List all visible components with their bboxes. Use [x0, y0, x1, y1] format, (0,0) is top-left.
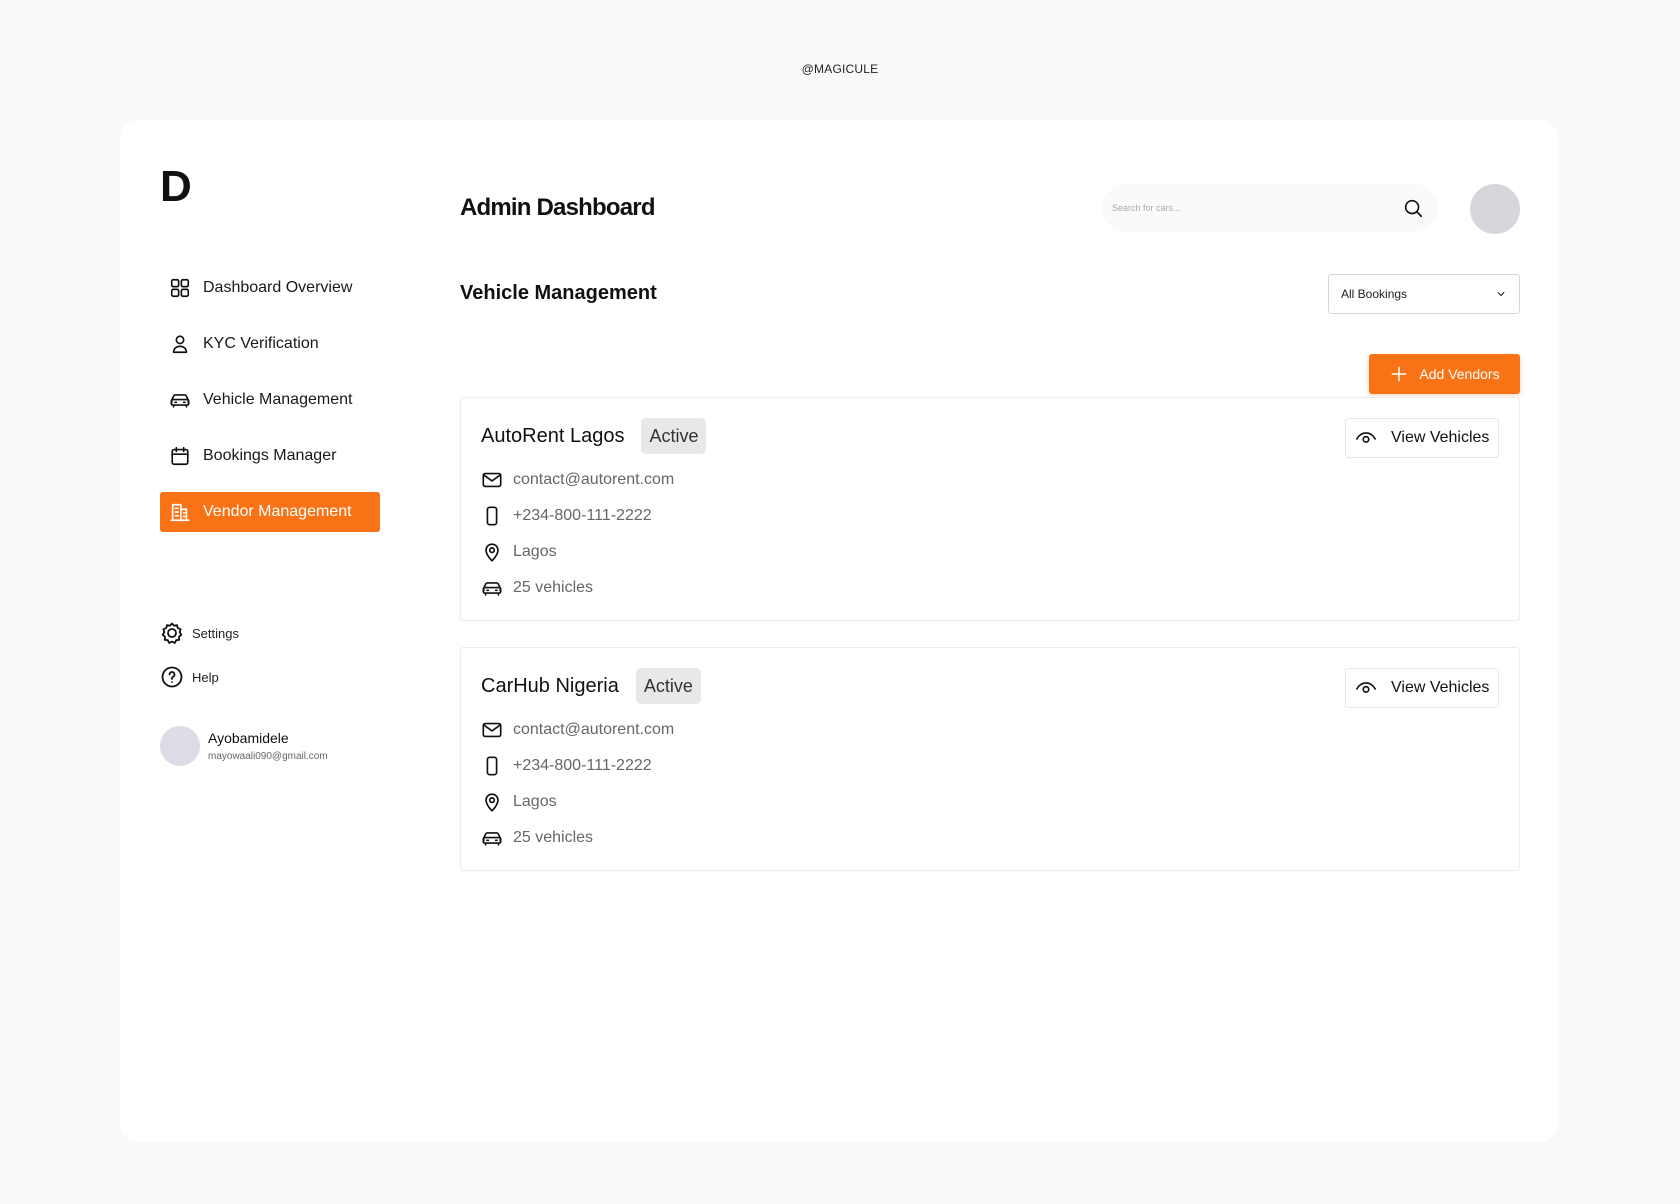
- vendor-location-row: Lagos: [481, 540, 674, 564]
- vendor-card: AutoRent Lagos Active View Vehicles cont…: [460, 397, 1520, 621]
- vendor-vehicle-count: 25 vehicles: [513, 579, 594, 596]
- profile-email: mayowaali090@gmail.com: [208, 751, 328, 762]
- view-vehicles-button[interactable]: View Vehicles: [1345, 418, 1499, 458]
- gear-icon: [161, 622, 183, 644]
- vendor-phone: +234-800-111-2222: [513, 757, 652, 774]
- vendor-email: contact@autorent.com: [513, 471, 675, 488]
- calendar-icon: [171, 446, 189, 466]
- vendor-vehicles-row: 25 vehicles: [481, 826, 674, 850]
- sidebar-item-label: Vendor Management: [203, 503, 352, 520]
- sidebar-item-kyc-verification[interactable]: KYC Verification: [160, 324, 380, 364]
- search-input[interactable]: [1112, 203, 1402, 213]
- vendor-phone: +234-800-111-2222: [513, 507, 652, 524]
- building-icon: [170, 503, 190, 522]
- car-icon: [482, 832, 502, 846]
- bookings-filter-select[interactable]: All Bookings: [1328, 274, 1520, 314]
- logo: D: [160, 162, 192, 211]
- vendor-email-row: contact@autorent.com: [481, 718, 674, 742]
- sidebar-item-label: Vehicle Management: [203, 391, 353, 408]
- avatar: [160, 726, 200, 766]
- phone-icon: [486, 506, 498, 526]
- settings-link[interactable]: Settings: [160, 620, 239, 646]
- watermark: @MAGICULE: [801, 62, 879, 76]
- user-icon: [172, 335, 188, 354]
- car-icon: [482, 582, 502, 596]
- help-label: Help: [192, 669, 219, 685]
- help-circle-icon: [161, 666, 183, 688]
- vendor-phone-row: +234-800-111-2222: [481, 504, 674, 528]
- vendor-location: Lagos: [513, 543, 557, 560]
- plus-icon: [1391, 366, 1407, 382]
- vendor-vehicles-row: 25 vehicles: [481, 576, 674, 600]
- search-icon[interactable]: [1402, 197, 1424, 219]
- search-bar: [1102, 184, 1438, 232]
- add-vendors-button[interactable]: Add Vendors: [1369, 354, 1520, 394]
- header-avatar[interactable]: [1470, 184, 1520, 234]
- section-title: Vehicle Management: [460, 282, 657, 304]
- view-vehicles-label: View Vehicles: [1391, 679, 1490, 696]
- vendor-location: Lagos: [513, 793, 557, 810]
- car-icon: [170, 394, 190, 408]
- page-title: Admin Dashboard: [460, 194, 655, 221]
- help-link[interactable]: Help: [160, 664, 239, 690]
- mail-icon: [482, 722, 502, 738]
- vendor-email: contact@autorent.com: [513, 721, 675, 738]
- vendor-location-row: Lagos: [481, 790, 674, 814]
- vendor-card: CarHub Nigeria Active View Vehicles cont…: [460, 647, 1520, 871]
- profile-name: Ayobamidele: [208, 730, 289, 746]
- eye-icon: [1356, 432, 1376, 443]
- chevron-down-icon: [1497, 292, 1505, 296]
- eye-icon: [1356, 682, 1376, 693]
- vendor-email-row: contact@autorent.com: [481, 468, 674, 492]
- sidebar-item-label: Dashboard Overview: [203, 279, 353, 296]
- location-pin-icon: [485, 793, 499, 812]
- grid-icon: [170, 278, 190, 298]
- view-vehicles-button[interactable]: View Vehicles: [1345, 668, 1499, 708]
- mail-icon: [482, 472, 502, 488]
- sidebar-item-vendor-management[interactable]: Vendor Management: [160, 492, 380, 532]
- settings-label: Settings: [192, 625, 239, 641]
- sidebar-item-dashboard-overview[interactable]: Dashboard Overview: [160, 268, 380, 308]
- sidebar-nav: Dashboard Overview KYC Verification Vehi…: [160, 268, 380, 548]
- app-frame: D Dashboard Overview KYC Verification Ve…: [120, 120, 1558, 1142]
- phone-icon: [486, 756, 498, 776]
- status-badge: Active: [641, 418, 707, 454]
- sidebar-item-vehicle-management[interactable]: Vehicle Management: [160, 380, 380, 420]
- vendor-vehicle-count: 25 vehicles: [513, 829, 594, 846]
- location-pin-icon: [485, 543, 499, 562]
- vendor-name: AutoRent Lagos: [481, 424, 625, 447]
- filter-selected-value: All Bookings: [1341, 287, 1408, 301]
- user-profile[interactable]: Ayobamidele mayowaali090@gmail.com: [160, 726, 328, 766]
- view-vehicles-label: View Vehicles: [1391, 429, 1490, 446]
- vendor-phone-row: +234-800-111-2222: [481, 754, 674, 778]
- sidebar-item-bookings-manager[interactable]: Bookings Manager: [160, 436, 380, 476]
- sidebar-item-label: KYC Verification: [203, 335, 319, 352]
- status-badge: Active: [635, 668, 701, 704]
- add-vendors-label: Add Vendors: [1419, 366, 1500, 382]
- sidebar-item-label: Bookings Manager: [203, 447, 337, 464]
- sidebar-aux: Settings Help: [160, 620, 239, 708]
- vendor-name: CarHub Nigeria: [481, 674, 619, 697]
